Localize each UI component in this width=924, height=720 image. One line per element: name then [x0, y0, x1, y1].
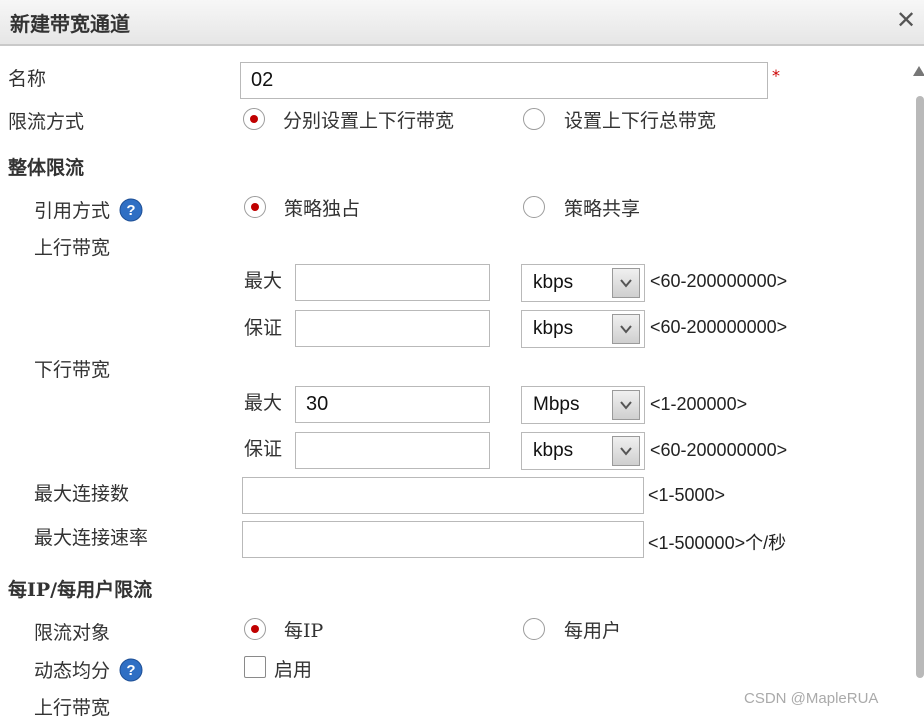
limit-mode-total-radio[interactable] — [523, 108, 545, 130]
ref-mode-exclusive-label[interactable]: 策略独占 — [284, 194, 360, 221]
up-guar-unit-select[interactable]: kbps — [521, 310, 645, 348]
max-conn-rate-range: <1-500000>个/秒 — [648, 533, 787, 553]
down-guar-label: 保证 — [244, 438, 283, 460]
down-max-unit-select[interactable]: Mbps — [521, 386, 645, 424]
chevron-down-icon[interactable] — [612, 268, 640, 298]
help-icon[interactable]: ? — [119, 658, 143, 682]
target-per-ip-label[interactable]: 每IP — [284, 616, 323, 643]
downstream-label: 下行带宽 — [34, 359, 111, 381]
down-max-label: 最大 — [244, 392, 283, 414]
close-icon[interactable]: ✕ — [896, 6, 916, 34]
ref-mode-label: 引用方式 — [34, 200, 111, 222]
down-guar-unit-value: kbps — [533, 440, 574, 461]
ref-mode-shared-label[interactable]: 策略共享 — [564, 194, 640, 221]
up-max-unit-value: kbps — [533, 272, 574, 293]
max-conn-range: <1-5000> — [648, 485, 726, 505]
help-icon[interactable]: ? — [119, 198, 143, 222]
svg-text:?: ? — [126, 662, 135, 679]
target-label: 限流对象 — [34, 622, 111, 644]
dynamic-enable-checkbox[interactable] — [244, 656, 266, 678]
limit-mode-separate-radio[interactable] — [243, 108, 265, 130]
down-max-unit-value: Mbps — [533, 394, 580, 415]
name-label: 名称 — [8, 68, 47, 90]
max-conn-rate-label: 最大连接速率 — [34, 527, 149, 549]
scroll-up-arrow-icon[interactable] — [913, 66, 924, 76]
ref-mode-exclusive-radio[interactable] — [244, 196, 266, 218]
chevron-down-icon[interactable] — [612, 436, 640, 466]
up-max-input[interactable] — [295, 264, 490, 301]
up-max-label: 最大 — [244, 270, 283, 292]
required-mark: * — [772, 66, 780, 85]
limit-mode-separate-label[interactable]: 分别设置上下行带宽 — [283, 106, 454, 133]
per-ip-section-title: 每IP/每用户限流 — [8, 579, 153, 601]
target-per-ip-radio[interactable] — [244, 618, 266, 640]
scrollbar-thumb[interactable] — [916, 96, 924, 678]
svg-text:?: ? — [126, 202, 135, 219]
max-conn-rate-input[interactable] — [242, 521, 644, 558]
target-per-user-label[interactable]: 每用户 — [564, 616, 621, 643]
up-max-unit-select[interactable]: kbps — [521, 264, 645, 302]
max-conn-input[interactable] — [242, 477, 644, 514]
dialog-title: 新建带宽通道 — [10, 12, 130, 36]
down-guar-unit-select[interactable]: kbps — [521, 432, 645, 470]
down-guar-range: <60-200000000> — [650, 440, 788, 460]
up-guar-input[interactable] — [295, 310, 490, 347]
ref-mode-shared-radio[interactable] — [523, 196, 545, 218]
dialog-titlebar: 新建带宽通道 ✕ — [0, 0, 924, 46]
up-guar-unit-value: kbps — [533, 318, 574, 339]
down-max-input[interactable] — [295, 386, 490, 423]
max-conn-label: 最大连接数 — [34, 483, 130, 505]
up-max-range: <60-200000000> — [650, 271, 788, 291]
upstream-label: 上行带宽 — [34, 237, 111, 259]
down-guar-input[interactable] — [295, 432, 490, 469]
down-max-range: <1-200000> — [650, 394, 748, 414]
name-input[interactable] — [240, 62, 768, 99]
chevron-down-icon[interactable] — [612, 314, 640, 344]
limit-mode-label: 限流方式 — [8, 111, 85, 133]
overall-section-title: 整体限流 — [8, 157, 85, 179]
target-per-user-radio[interactable] — [523, 618, 545, 640]
dynamic-label: 动态均分 — [34, 660, 111, 682]
watermark: CSDN @MapleRUA — [744, 690, 879, 707]
dynamic-enable-label[interactable]: 启用 — [274, 655, 312, 682]
up-guar-range: <60-200000000> — [650, 317, 788, 337]
limit-mode-total-label[interactable]: 设置上下行总带宽 — [564, 106, 716, 133]
up-guar-label: 保证 — [244, 317, 283, 339]
chevron-down-icon[interactable] — [612, 390, 640, 420]
